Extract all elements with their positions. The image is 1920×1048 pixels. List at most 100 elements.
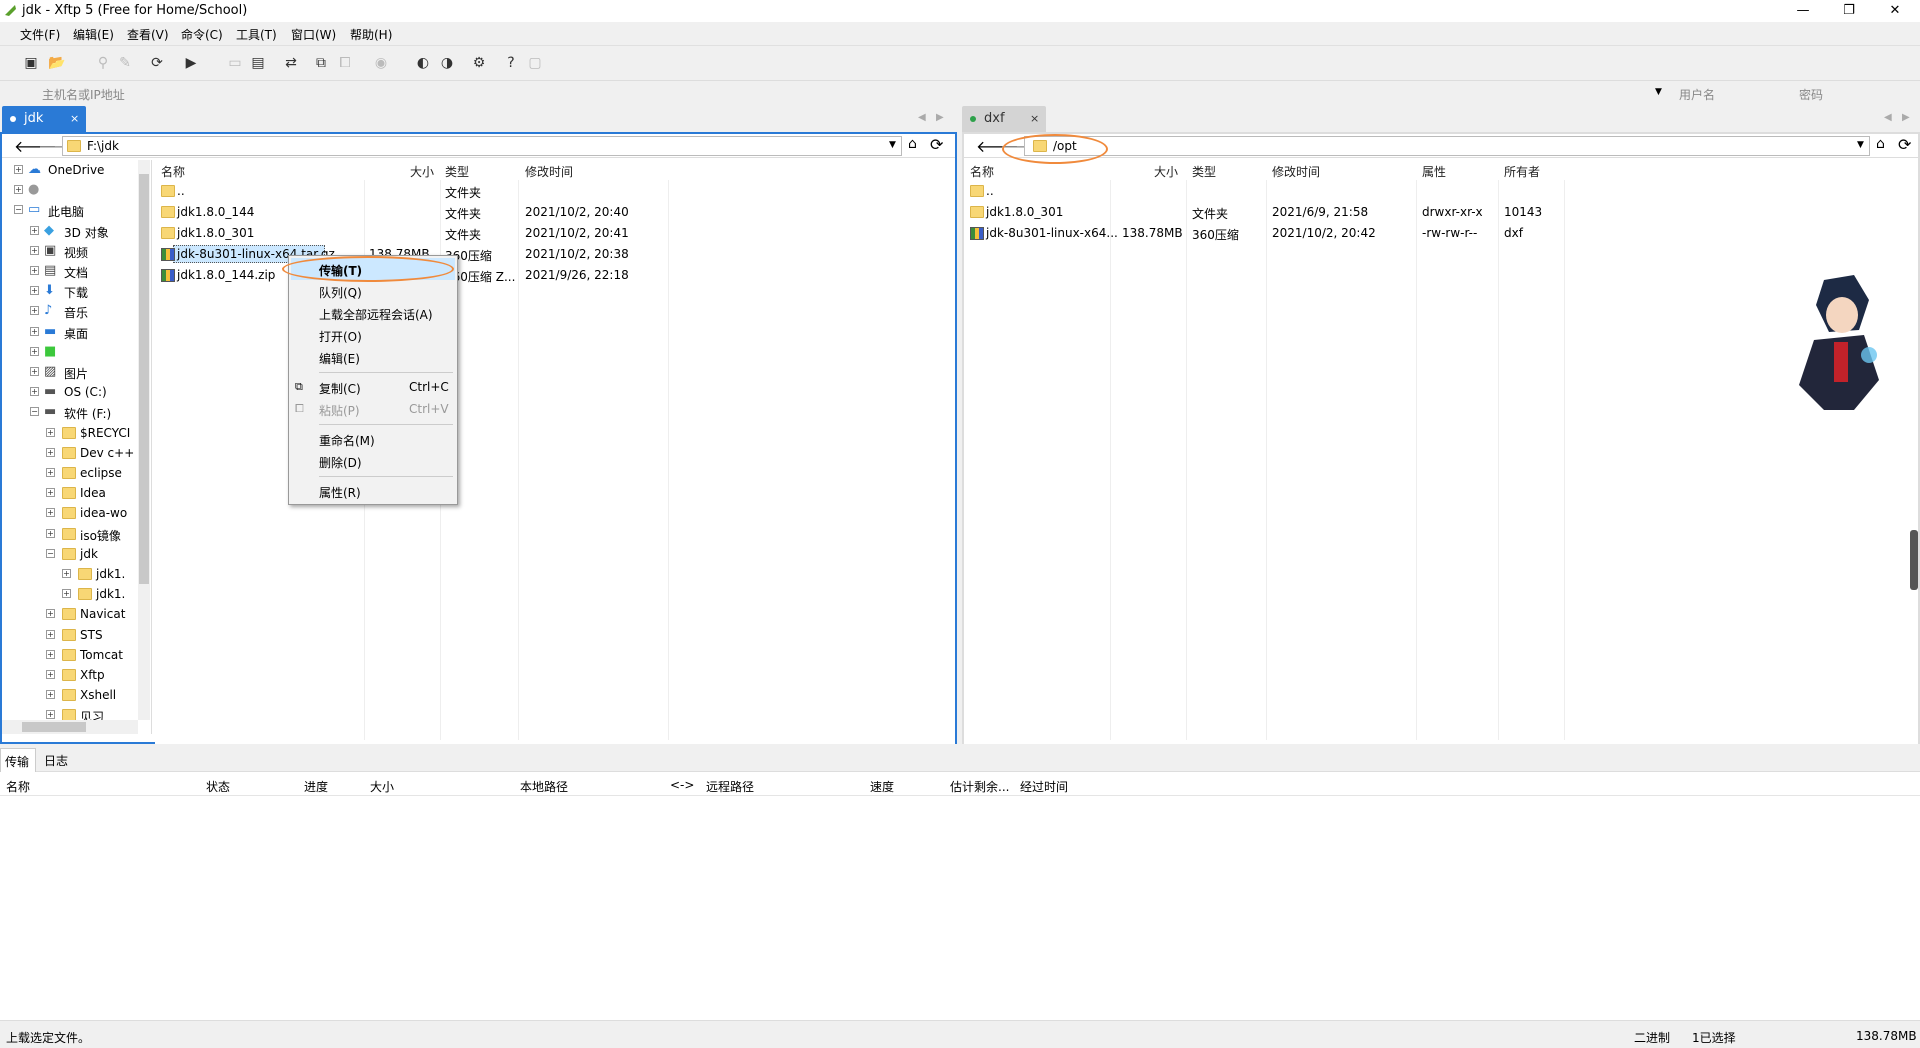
- col-owner[interactable]: 所有者: [1504, 163, 1540, 180]
- expand-toggle-icon[interactable]: +: [30, 326, 39, 336]
- file-row[interactable]: jdk1.8.0_144 文件夹 2021/10/2, 20:40: [155, 202, 955, 223]
- tree-vertical-scrollbar[interactable]: [138, 160, 150, 720]
- ctx-delete[interactable]: 删除(D): [291, 450, 455, 472]
- col-type[interactable]: 类型: [445, 163, 469, 180]
- tab-scroll-left-icon[interactable]: ◀: [918, 112, 926, 123]
- tcol-size[interactable]: 大小: [370, 778, 394, 795]
- tree-hscroll-thumb[interactable]: [22, 722, 86, 732]
- col-name[interactable]: 名称: [161, 163, 185, 180]
- col-size[interactable]: 大小: [410, 163, 434, 180]
- col-name[interactable]: 名称: [970, 163, 994, 180]
- expand-toggle-icon[interactable]: +: [46, 488, 55, 498]
- tree-horizontal-scrollbar[interactable]: [2, 720, 138, 734]
- disconnect-icon[interactable]: ✎: [116, 54, 134, 72]
- menu-edit[interactable]: 编辑(E): [73, 26, 114, 43]
- side-handle[interactable]: [1910, 530, 1918, 590]
- tcol-remaining[interactable]: 估计剩余...: [950, 778, 1009, 795]
- globe-icon[interactable]: ◉: [372, 54, 390, 72]
- expand-toggle-icon[interactable]: +: [46, 670, 55, 679]
- path-dropdown-icon[interactable]: ▼: [889, 140, 896, 150]
- tcol-elapsed[interactable]: 经过时间: [1020, 778, 1068, 795]
- paste-icon[interactable]: ⧠: [336, 54, 354, 72]
- menu-view[interactable]: 查看(V): [127, 26, 169, 43]
- tab-dxf-close-icon[interactable]: ×: [1030, 112, 1039, 125]
- expand-toggle-icon[interactable]: +: [14, 165, 23, 174]
- new-document-icon[interactable]: ▤: [249, 54, 267, 72]
- xftp-icon[interactable]: ◑: [438, 54, 456, 72]
- file-row[interactable]: .. 文件夹: [155, 181, 955, 202]
- settings-gear-icon[interactable]: ⚙: [470, 54, 488, 72]
- open-folder-icon[interactable]: 📂: [48, 54, 66, 72]
- expand-toggle-icon[interactable]: +: [14, 185, 23, 195]
- expand-toggle-icon[interactable]: +: [46, 447, 55, 457]
- col-attributes[interactable]: 属性: [1422, 163, 1446, 180]
- expand-toggle-icon[interactable]: +: [46, 468, 55, 477]
- close-button[interactable]: ✕: [1872, 0, 1918, 22]
- expand-toggle-icon[interactable]: +: [30, 225, 39, 235]
- maximize-button[interactable]: ❐: [1826, 0, 1872, 22]
- menu-file[interactable]: 文件(F): [20, 26, 60, 43]
- file-row[interactable]: jdk1.8.0_144.zip 360压缩 Z... 2021/9/26, 22:…: [155, 265, 955, 286]
- tcol-speed[interactable]: 速度: [870, 778, 894, 795]
- expand-toggle-icon[interactable]: −: [14, 205, 23, 215]
- new-file-icon[interactable]: ▭: [226, 54, 244, 72]
- copy-icon[interactable]: ⧉: [312, 54, 330, 72]
- ctx-properties[interactable]: 属性(R): [291, 480, 455, 502]
- ctx-copy[interactable]: ⧉ 复制(C) Ctrl+C: [291, 376, 455, 398]
- menu-window[interactable]: 窗口(W): [291, 26, 336, 43]
- expand-toggle-icon[interactable]: +: [62, 589, 71, 599]
- expand-toggle-icon[interactable]: −: [30, 407, 39, 417]
- host-dropdown-icon[interactable]: ▼: [1655, 87, 1662, 97]
- path-dropdown-icon[interactable]: ▼: [1857, 140, 1864, 150]
- folder-up-icon[interactable]: ⌂: [908, 136, 917, 152]
- expand-toggle-icon[interactable]: +: [30, 346, 39, 356]
- tab-transfer[interactable]: 传输: [0, 748, 36, 772]
- refresh-icon[interactable]: ⟳: [930, 135, 943, 154]
- refresh-session-icon[interactable]: ⟳: [148, 54, 166, 72]
- ctx-edit[interactable]: 编辑(E): [291, 346, 455, 368]
- expand-toggle-icon[interactable]: +: [30, 266, 39, 275]
- file-row[interactable]: jdk1.8.0_301 文件夹 2021/6/9, 21:58 drwxr-xr-x…: [964, 202, 1918, 223]
- tab-dxf[interactable]: dxf ×: [962, 106, 1046, 132]
- local-path-input[interactable]: F:\jdk ▼: [62, 136, 902, 156]
- expand-toggle-icon[interactable]: +: [46, 609, 55, 619]
- ctx-paste[interactable]: ⧠ 粘贴(P) Ctrl+V: [291, 398, 455, 420]
- connect-icon[interactable]: ⚲: [94, 54, 112, 72]
- tree-scroll-thumb[interactable]: [139, 174, 149, 584]
- tab-scroll-right-icon[interactable]: ▶: [1902, 112, 1910, 123]
- password-input[interactable]: 密码: [1795, 84, 1913, 104]
- expand-toggle-icon[interactable]: +: [46, 710, 55, 720]
- expand-toggle-icon[interactable]: +: [30, 367, 39, 376]
- tab-jdk-close-icon[interactable]: ×: [70, 112, 79, 125]
- tcol-name[interactable]: 名称: [6, 778, 30, 795]
- col-type[interactable]: 类型: [1192, 163, 1216, 180]
- tcol-remote-path[interactable]: 远程路径: [706, 778, 754, 795]
- refresh-icon[interactable]: ⟳: [1898, 135, 1911, 154]
- col-modified[interactable]: 修改时间: [1272, 163, 1320, 180]
- folder-up-icon[interactable]: ⌂: [1876, 136, 1885, 152]
- expand-toggle-icon[interactable]: −: [46, 548, 55, 558]
- tcol-local-path[interactable]: 本地路径: [520, 778, 568, 795]
- sync-icon[interactable]: ⇄: [282, 54, 300, 72]
- expand-toggle-icon[interactable]: +: [30, 387, 39, 397]
- remote-path-input[interactable]: /opt ▼: [1024, 136, 1870, 156]
- file-row[interactable]: jdk-8u301-linux-x64.tar.gz 138.78MB 360压缩 2…: [155, 244, 955, 265]
- file-row[interactable]: ..: [964, 181, 1918, 202]
- col-modified[interactable]: 修改时间: [525, 163, 573, 180]
- username-input[interactable]: 用户名: [1675, 84, 1793, 104]
- expand-toggle-icon[interactable]: +: [30, 306, 39, 316]
- play-icon[interactable]: ▶: [182, 54, 200, 72]
- tcol-status[interactable]: 状态: [206, 778, 230, 795]
- expand-toggle-icon[interactable]: +: [46, 528, 55, 538]
- tab-jdk[interactable]: jdk ×: [2, 106, 86, 132]
- ctx-rename[interactable]: 重命名(M): [291, 428, 455, 450]
- file-row[interactable]: jdk1.8.0_301 文件夹 2021/10/2, 20:41: [155, 223, 955, 244]
- tab-log[interactable]: 日志: [40, 748, 76, 772]
- menu-tools[interactable]: 工具(T): [236, 26, 277, 43]
- expand-toggle-icon[interactable]: +: [46, 649, 55, 659]
- col-size[interactable]: 大小: [1154, 163, 1178, 180]
- expand-toggle-icon[interactable]: +: [46, 508, 55, 518]
- ctx-upload-all[interactable]: 上载全部远程会话(A): [291, 302, 455, 324]
- minimize-button[interactable]: —: [1780, 0, 1826, 22]
- expand-toggle-icon[interactable]: +: [46, 690, 55, 700]
